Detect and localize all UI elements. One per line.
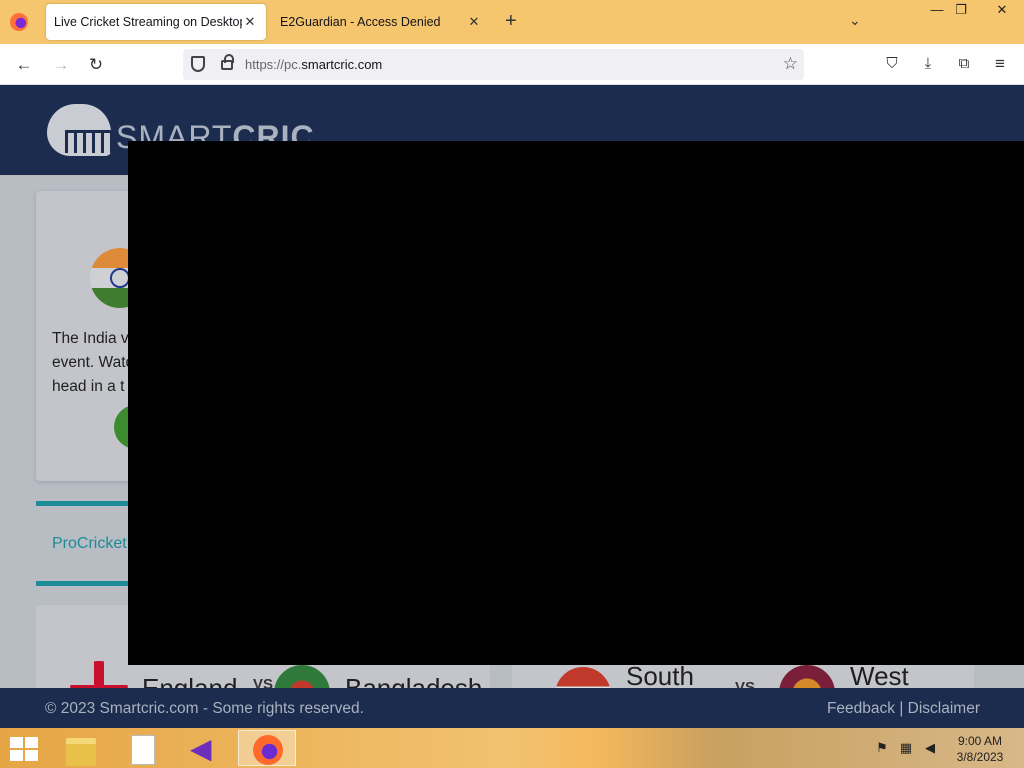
lock-icon[interactable] <box>221 54 234 70</box>
close-tab-icon[interactable]: ✕ <box>242 14 258 30</box>
url-host: smartcric.com <box>301 57 383 72</box>
visual-studio-icon[interactable] <box>176 730 232 766</box>
url-text[interactable]: https://pc.smartcric.com <box>245 57 382 72</box>
firefox-icon[interactable] <box>10 13 28 31</box>
description-line: head in a t <box>52 378 125 395</box>
forward-arrow-icon[interactable]: → <box>49 53 73 77</box>
disclaimer-link[interactable]: Disclaimer <box>908 700 980 717</box>
firefox-taskbar-icon[interactable] <box>238 730 296 766</box>
network-icon[interactable]: ▦ <box>898 740 914 756</box>
pocket-icon[interactable]: ⛉ <box>882 54 902 74</box>
download-icon[interactable]: ⤓ <box>918 54 938 74</box>
clock-date: 3/8/2023 <box>956 750 1004 764</box>
restore-window-button[interactable]: ❐ <box>946 0 976 20</box>
extensions-puzzle-icon[interactable]: ⧉ <box>954 54 974 74</box>
windows-start-icon[interactable] <box>10 737 38 761</box>
system-clock[interactable]: 9:00 AM 3/8/2023 <box>952 733 1008 765</box>
tracking-protection-shield-icon[interactable] <box>191 56 205 72</box>
chevron-down-icon[interactable]: ⌄ <box>849 12 861 29</box>
close-window-button[interactable]: ✕ <box>980 0 1024 20</box>
bookmark-star-icon[interactable]: ☆ <box>783 54 798 74</box>
url-scheme: https://pc. <box>245 57 302 72</box>
windows-taskbar: ⚑ ▦ ◀ 9:00 AM 3/8/2023 <box>0 728 1024 768</box>
action-center-flag-icon[interactable]: ⚑ <box>874 740 890 756</box>
section-label[interactable]: ProCricket <box>52 535 127 553</box>
copyright-text: © 2023 Smartcric.com - Some rights reser… <box>45 700 364 717</box>
navigation-toolbar: ← → ↻ https://pc.smartcric.com ☆ ⛉ ⤓ ⧉ ≡ <box>0 44 1024 85</box>
volume-icon[interactable]: ◀ <box>922 740 938 756</box>
featured-match-description: The India v event. Watc head in a t <box>52 327 132 399</box>
tab-title: Live Cricket Streaming on Desktop, | <box>54 15 242 29</box>
footer-separator: | <box>895 700 908 717</box>
web-page: SMARTCRIC The India v event. Watc head i… <box>0 85 1024 728</box>
site-footer: © 2023 Smartcric.com - Some rights reser… <box>0 688 1024 728</box>
footer-links: Feedback | Disclaimer <box>827 700 980 718</box>
address-bar[interactable]: https://pc.smartcric.com ☆ <box>183 49 804 80</box>
new-tab-button[interactable]: + <box>505 10 517 32</box>
cricket-helmet-logo-icon[interactable] <box>47 104 111 156</box>
reload-icon[interactable]: ↻ <box>84 53 108 77</box>
file-explorer-icon[interactable] <box>54 730 110 766</box>
back-arrow-icon[interactable]: ← <box>12 53 36 77</box>
video-player-overlay[interactable] <box>128 141 1024 665</box>
tab-live-cricket[interactable]: Live Cricket Streaming on Desktop, | ✕ <box>46 4 266 40</box>
tab-e2guardian[interactable]: E2Guardian - Access Denied ✕ <box>272 4 490 40</box>
clock-time: 9:00 AM <box>957 734 1003 748</box>
menu-hamburger-icon[interactable]: ≡ <box>990 54 1010 74</box>
tab-strip: Live Cricket Streaming on Desktop, | ✕ E… <box>0 0 1024 44</box>
description-line: event. Watc <box>52 354 132 371</box>
tab-title: E2Guardian - Access Denied <box>280 15 441 29</box>
notepad-icon[interactable] <box>114 730 170 766</box>
feedback-link[interactable]: Feedback <box>827 700 895 717</box>
close-tab-icon[interactable]: ✕ <box>466 14 482 30</box>
description-line: The India v <box>52 330 129 347</box>
